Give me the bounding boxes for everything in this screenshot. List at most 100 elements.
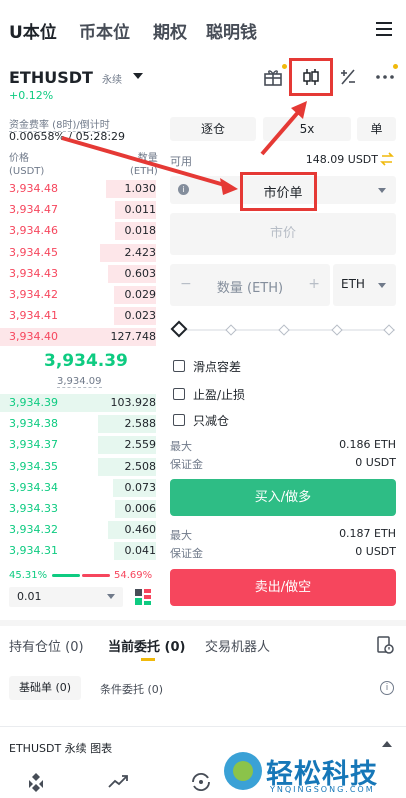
margin-mode-button[interactable]: 逐仓	[170, 117, 256, 141]
basic-orders-tab[interactable]: 基础单 (0)	[9, 676, 81, 700]
available-balance: 148.09 USDT	[305, 153, 378, 166]
tp-sl-checkbox[interactable]	[173, 388, 185, 400]
ask-row[interactable]: 3,934.40 127.748	[0, 327, 160, 347]
buy-margin-value: 0 USDT	[355, 456, 396, 469]
tab-smart-money[interactable]: 聪明钱	[206, 18, 257, 43]
order-qty: 0.023	[124, 309, 157, 323]
order-qty: 0.029	[124, 288, 157, 301]
bid-row[interactable]: 3,934.35 2.508	[0, 457, 160, 477]
bid-row[interactable]: 3,934.33 0.006	[0, 499, 160, 519]
buy-ratio-bar	[52, 574, 80, 577]
slider-handle[interactable]	[170, 320, 188, 338]
order-qty: 103.928	[110, 396, 157, 409]
precision-select[interactable]: 0.01	[9, 587, 123, 607]
quantity-placeholder: 数量 (ETH)	[216, 281, 284, 296]
tab-trading-bots[interactable]: 交易机器人	[205, 636, 270, 655]
buy-margin-label: 保证金	[170, 458, 203, 471]
bid-row[interactable]: 3,934.39 103.928	[0, 393, 160, 413]
ask-row[interactable]: 3,934.43 0.603	[0, 264, 160, 284]
order-price: 3,934.48	[9, 182, 58, 195]
section-divider	[0, 620, 406, 626]
order-price: 3,934.41	[9, 309, 58, 323]
sell-ratio-bar	[82, 574, 110, 577]
last-price[interactable]: 3,934.39	[44, 351, 128, 371]
reduce-only-checkbox[interactable]	[173, 414, 185, 426]
calculator-icon[interactable]	[339, 68, 357, 86]
watermark-domain: YNQINGSONG.COM	[270, 785, 375, 794]
order-price: 3,934.31	[9, 544, 58, 558]
chevron-down-icon	[378, 188, 386, 193]
tab-options[interactable]: 期权	[153, 18, 187, 43]
quantity-slider[interactable]	[170, 320, 395, 338]
available-label: 可用	[170, 155, 192, 168]
highlight-box-chart-icon	[289, 58, 333, 96]
trade-icon[interactable]	[190, 772, 212, 792]
tab-usdt-m[interactable]: U本位	[9, 18, 57, 43]
markets-icon[interactable]	[108, 774, 128, 790]
bid-row[interactable]: 3,934.37 2.559	[0, 435, 160, 455]
symbol-dropdown-icon[interactable]	[133, 73, 143, 79]
price-input[interactable]: 市价	[170, 213, 396, 255]
order-qty: 0.041	[124, 544, 157, 558]
buy-max-label: 最大	[170, 440, 192, 453]
info-icon[interactable]: i	[380, 681, 394, 695]
ask-row[interactable]: 3,934.45 2.423	[0, 243, 160, 263]
sell-max-value: 0.187 ETH	[339, 527, 396, 540]
transfer-icon[interactable]	[380, 152, 394, 166]
ask-row[interactable]: 3,934.48 1.030	[0, 179, 160, 199]
gift-icon[interactable]	[263, 68, 283, 86]
qty-column-header: 数量 (ETH)	[130, 153, 158, 177]
position-mode-button[interactable]: 单	[357, 117, 396, 141]
chevron-up-icon[interactable]	[382, 741, 392, 747]
binance-home-icon[interactable]	[26, 772, 46, 792]
order-price: 3,934.40	[9, 330, 58, 344]
tab-coin-m[interactable]: 币本位	[79, 18, 130, 43]
order-qty: 2.423	[124, 245, 157, 259]
order-price: 3,934.43	[9, 266, 58, 280]
chart-panel-label[interactable]: ETHUSDT 永续 图表	[9, 740, 112, 756]
tab-positions[interactable]: 持有仓位 (0)	[9, 636, 84, 655]
plus-button[interactable]: +	[308, 276, 320, 292]
order-price: 3,934.38	[9, 417, 58, 431]
order-price: 3,934.32	[9, 523, 58, 537]
order-qty: 0.460	[124, 523, 157, 537]
order-qty: 0.006	[124, 502, 157, 515]
mark-price: 3,934.09	[57, 376, 102, 388]
bid-row[interactable]: 3,934.34 0.073	[0, 478, 160, 498]
menu-icon[interactable]	[376, 22, 392, 36]
sell-ratio: 54.69%	[114, 570, 153, 581]
order-price: 3,934.42	[9, 288, 58, 301]
order-qty: 2.559	[124, 438, 157, 452]
slippage-checkbox[interactable]	[173, 360, 185, 372]
order-qty: 2.508	[124, 459, 157, 473]
chevron-down-icon	[378, 283, 386, 288]
active-tab-indicator	[141, 658, 155, 661]
conditional-orders-tab[interactable]: 条件委托 (0)	[100, 681, 163, 697]
ask-row[interactable]: 3,934.47 0.011	[0, 200, 160, 220]
tab-open-orders[interactable]: 当前委托 (0)	[108, 636, 185, 655]
contract-type: 永续	[102, 75, 122, 86]
orderbook-layout-icon[interactable]	[134, 588, 152, 606]
ask-row[interactable]: 3,934.41 0.023	[0, 306, 160, 326]
bid-row[interactable]: 3,934.31 0.041	[0, 541, 160, 561]
leverage-button[interactable]: 5x	[263, 117, 351, 141]
order-history-icon[interactable]	[376, 636, 394, 654]
sell-margin-label: 保证金	[170, 547, 203, 560]
slippage-label: 滑点容差	[193, 360, 242, 374]
ask-row[interactable]: 3,934.42 0.029	[0, 285, 160, 305]
price-change: +0.12%	[9, 89, 54, 102]
bid-row[interactable]: 3,934.32 0.460	[0, 520, 160, 540]
order-price: 3,934.46	[9, 224, 58, 238]
watermark-logo-icon	[224, 752, 262, 790]
quantity-unit-select[interactable]: ETH	[333, 264, 396, 306]
bid-row[interactable]: 3,934.38 2.588	[0, 414, 160, 434]
buy-long-button[interactable]: 买入/做多	[170, 479, 396, 516]
quantity-input[interactable]: − 数量 (ETH) +	[170, 264, 330, 306]
order-price: 3,934.45	[9, 245, 58, 259]
sell-short-button[interactable]: 卖出/做空	[170, 569, 396, 606]
order-price: 3,934.39	[9, 396, 58, 409]
symbol-name[interactable]: ETHUSDT	[9, 68, 93, 87]
order-price: 3,934.35	[9, 459, 58, 473]
more-icon[interactable]	[376, 74, 394, 80]
ask-row[interactable]: 3,934.46 0.018	[0, 221, 160, 241]
